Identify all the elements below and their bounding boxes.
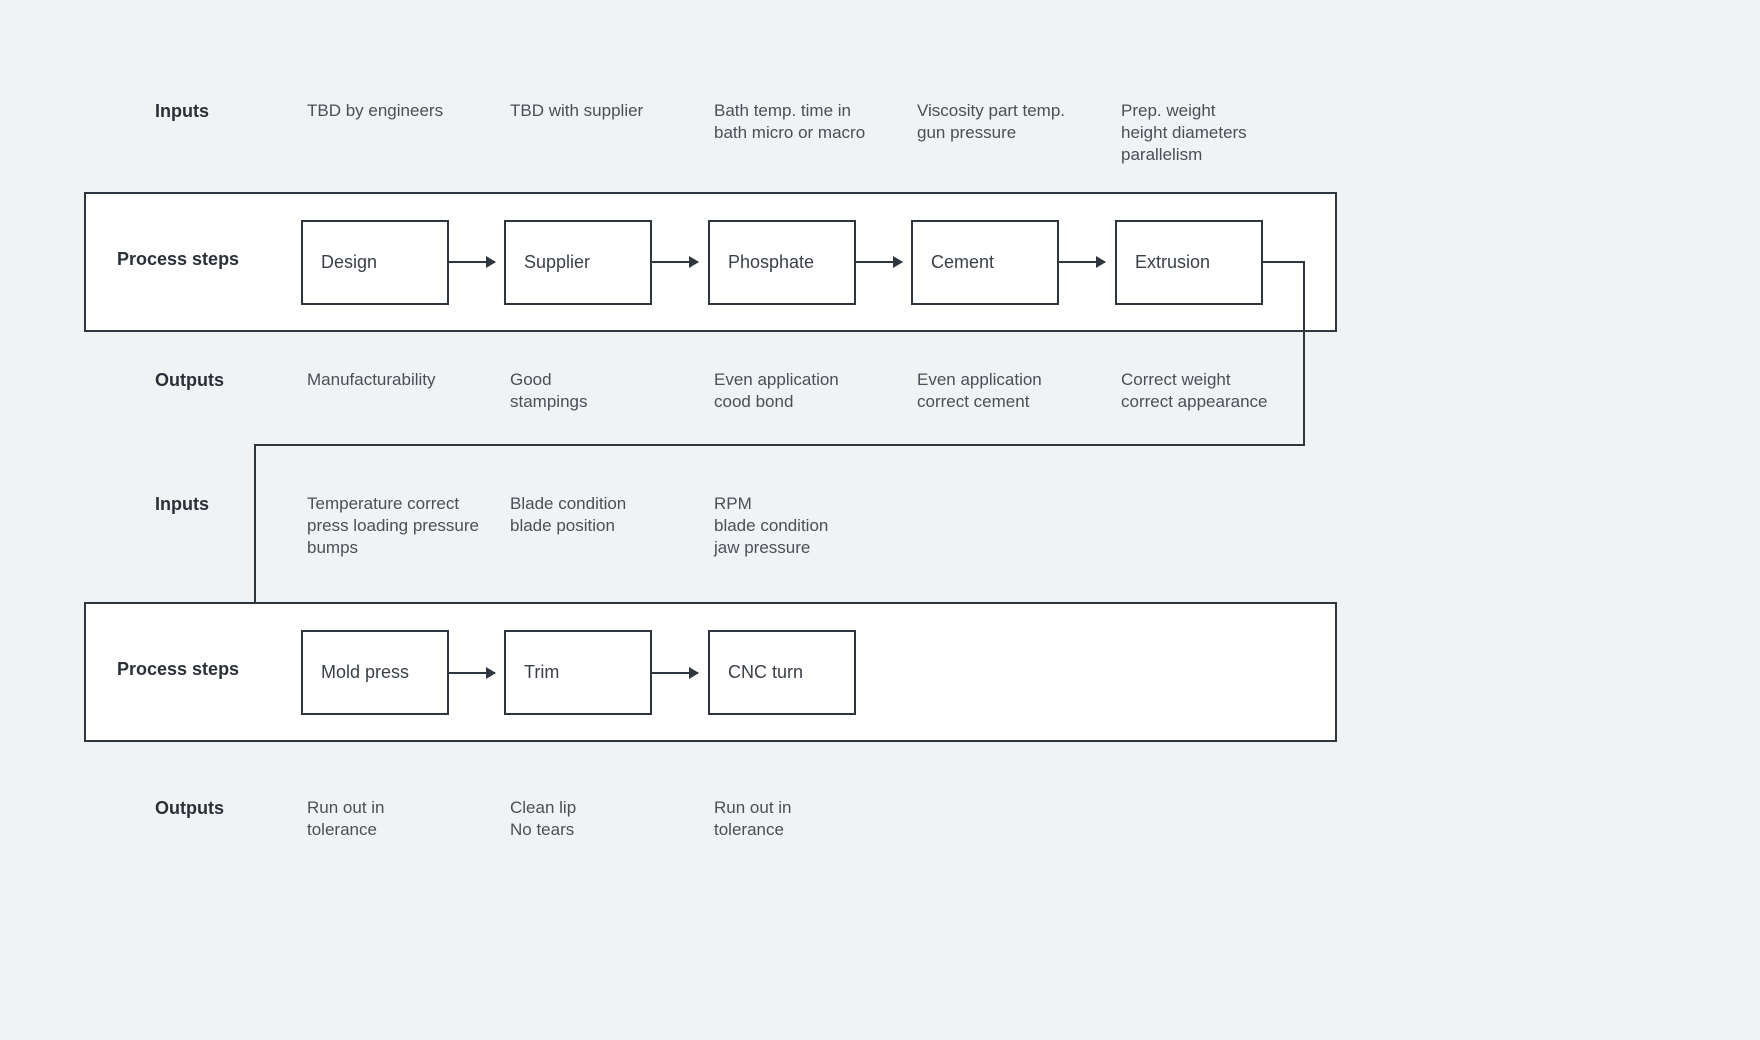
row2-input-0: Temperature correct press loading pressu… (307, 493, 507, 559)
arrow-cement-extrusion (1059, 261, 1105, 263)
step-phosphate: Phosphate (708, 220, 856, 305)
row2-output-2: Run out in tolerance (714, 797, 894, 841)
row2-process-label: Process steps (117, 658, 239, 680)
connector-seg3 (254, 444, 1305, 446)
row2-output-1: Clean lip No tears (510, 797, 690, 841)
row2-input-1: Blade condition blade position (510, 493, 690, 537)
arrow-supplier-phosphate (652, 261, 698, 263)
row1-output-3: Even application correct cement (917, 369, 1107, 413)
row1-output-0: Manufacturability (307, 369, 497, 391)
arrow-moldpress-trim (449, 672, 495, 674)
row1-input-1: TBD with supplier (510, 100, 690, 122)
step-cement: Cement (911, 220, 1059, 305)
row1-outputs-label: Outputs (155, 369, 224, 391)
step-supplier: Supplier (504, 220, 652, 305)
process-flow-diagram: Inputs TBD by engineers TBD with supplie… (0, 0, 1760, 1040)
row1-process-label: Process steps (117, 248, 239, 270)
row2-outputs-label: Outputs (155, 797, 224, 819)
row1-input-3: Viscosity part temp. gun pressure (917, 100, 1107, 144)
arrow-phosphate-cement (856, 261, 902, 263)
step-cnc-turn: CNC turn (708, 630, 856, 715)
connector-seg2 (1303, 261, 1305, 446)
row1-output-1: Good stampings (510, 369, 690, 413)
step-trim: Trim (504, 630, 652, 715)
row1-output-2: Even application cood bond (714, 369, 904, 413)
row1-input-0: TBD by engineers (307, 100, 487, 122)
arrow-design-supplier (449, 261, 495, 263)
row1-input-2: Bath temp. time in bath micro or macro (714, 100, 914, 144)
step-mold-press: Mold press (301, 630, 449, 715)
row1-inputs-label: Inputs (155, 100, 209, 122)
row1-output-4: Correct weight correct appearance (1121, 369, 1321, 413)
step-design: Design (301, 220, 449, 305)
row2-inputs-label: Inputs (155, 493, 209, 515)
row2-output-0: Run out in tolerance (307, 797, 487, 841)
connector-seg1 (1263, 261, 1305, 263)
arrow-trim-cncturn (652, 672, 698, 674)
row1-input-4: Prep. weight height diameters parallelis… (1121, 100, 1311, 166)
row2-input-2: RPM blade condition jaw pressure (714, 493, 894, 559)
step-extrusion: Extrusion (1115, 220, 1263, 305)
